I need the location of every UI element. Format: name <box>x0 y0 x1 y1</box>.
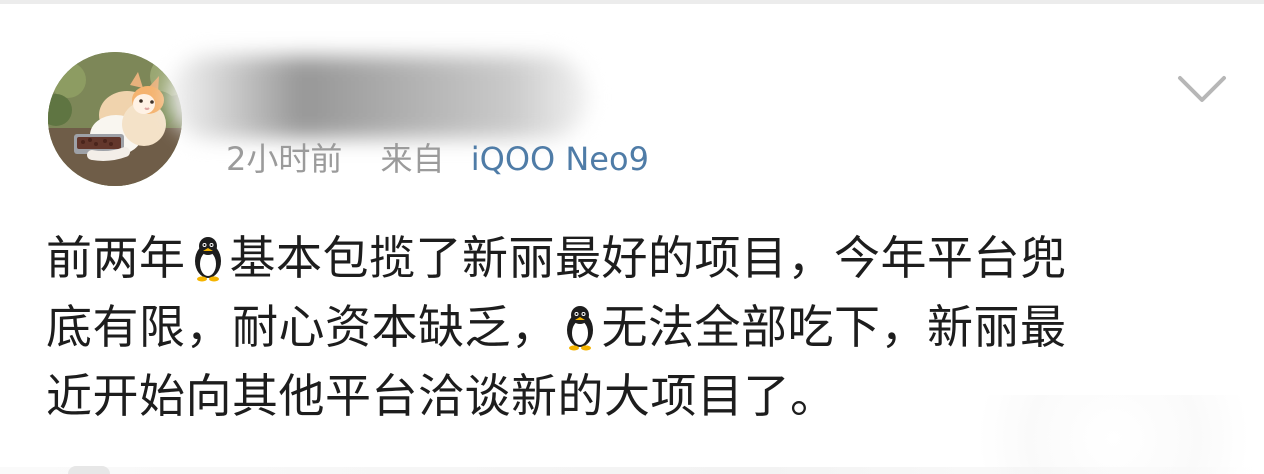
username-redaction <box>168 56 588 138</box>
content-text: 前两年 <box>46 231 186 285</box>
post-meta: 2小时前 来自 iQOO Neo9 <box>226 139 649 179</box>
content-text: 基本包揽了新丽最好的项目，今年平台兜 <box>229 231 1067 285</box>
chevron-down-icon[interactable] <box>1174 72 1230 106</box>
content-line: 底有限，耐心资本缺乏， 无法全部吃下，新丽最 <box>46 297 1236 366</box>
next-post-avatar <box>68 466 110 474</box>
content-text: 近开始向其他平台洽谈新的大项目了。 <box>46 369 837 423</box>
content-text: 无法全部吃下，新丽最 <box>601 300 1067 354</box>
post-time: 2小时前 <box>226 140 343 178</box>
avatar[interactable] <box>48 52 182 186</box>
penguin-icon <box>560 303 600 366</box>
content-line: 前两年 基本包揽了新丽最好的项目，今年平台兜 <box>46 228 1236 297</box>
penguin-icon <box>188 234 228 297</box>
content-text: 底有限，耐心资本缺乏， <box>46 300 558 354</box>
cat-avatar-icon <box>48 52 182 186</box>
from-label: 来自 <box>380 140 445 178</box>
bottom-divider <box>0 467 1264 474</box>
device-link[interactable]: iQOO Neo9 <box>471 140 649 178</box>
top-strip <box>0 0 1264 4</box>
bottom-fade <box>930 395 1264 474</box>
